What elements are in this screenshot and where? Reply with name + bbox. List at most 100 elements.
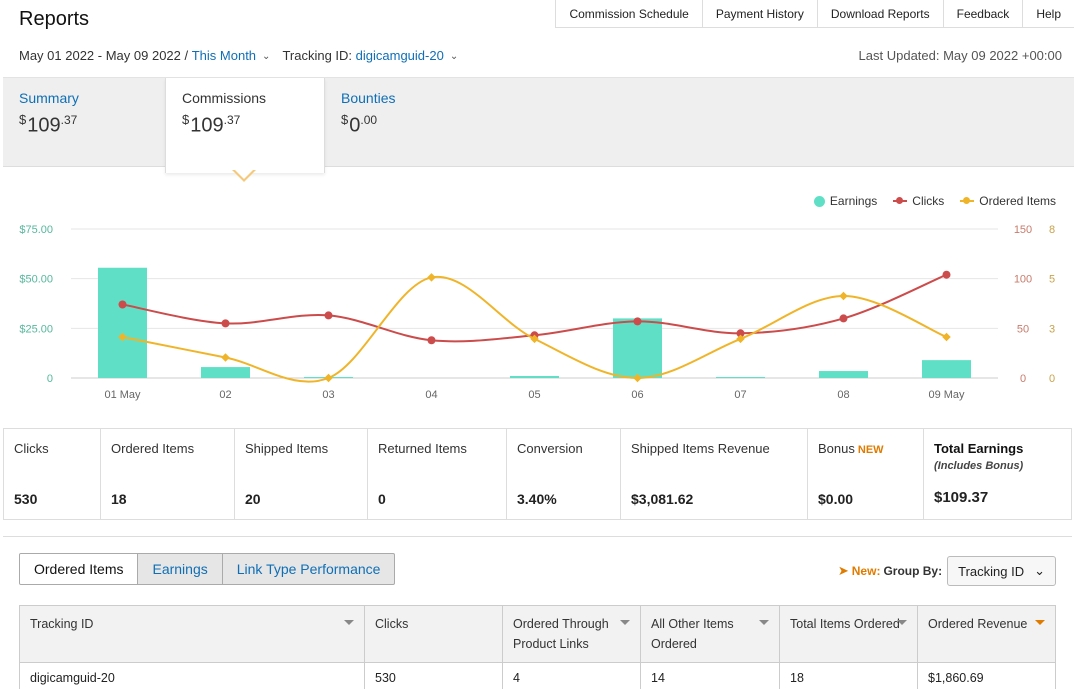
- chart-legend: Earnings Clicks Ordered Items: [813, 194, 1056, 208]
- metric-shipped-items: Shipped Items 20: [235, 429, 368, 519]
- sort-icon[interactable]: [897, 620, 907, 625]
- date-range-text: May 01 2022 - May 09 2022 /: [19, 48, 189, 63]
- col-tracking-id[interactable]: Tracking ID: [19, 605, 365, 663]
- cell-ordered-revenue: $1,860.69: [917, 662, 1056, 689]
- col-ordered-revenue[interactable]: Ordered Revenue: [917, 605, 1056, 663]
- legend-earnings[interactable]: Earnings: [813, 194, 877, 208]
- y-right1-tick-label: 0: [1020, 373, 1026, 385]
- report-section: Ordered Items Earnings Link Type Perform…: [3, 536, 1072, 689]
- tracking-id-label: Tracking ID:: [282, 48, 353, 63]
- tab-earnings[interactable]: Earnings: [138, 554, 223, 584]
- y-right2-tick-label: 5: [1049, 274, 1055, 286]
- y-right2-tick-label: 0: [1049, 373, 1055, 385]
- chevron-down-icon: ⌄: [1034, 563, 1045, 578]
- clicks-point: [118, 300, 127, 309]
- y-right2-tick-label: 8: [1049, 224, 1055, 236]
- clicks-point: [942, 270, 951, 279]
- period-dropdown[interactable]: This Month: [192, 48, 256, 63]
- x-tick-label: 06: [631, 389, 643, 401]
- cell-clicks: 530: [364, 662, 503, 689]
- metric-returned-items: Returned Items 0: [368, 429, 507, 519]
- tab-bounties[interactable]: Bounties $0.00: [325, 78, 485, 168]
- metric-bonus: Bonus NEW $0.00: [808, 429, 924, 519]
- tab-summary[interactable]: Summary $109.37: [3, 78, 165, 168]
- clicks-point: [839, 314, 848, 323]
- ordered-items-line: [122, 275, 947, 383]
- help-button[interactable]: Help: [1023, 0, 1074, 27]
- tab-commissions-label: Commissions: [182, 90, 267, 106]
- sort-icon[interactable]: [344, 620, 354, 625]
- chevron-down-icon[interactable]: ⌄: [450, 51, 458, 62]
- x-tick-label: 01 May: [104, 389, 141, 401]
- clicks-point: [427, 336, 436, 345]
- legend-earnings-swatch: [813, 195, 825, 207]
- filter-bar: May 01 2022 - May 09 2022 / This Month ⌄…: [19, 48, 458, 63]
- sort-icon[interactable]: [759, 620, 769, 625]
- bar-earnings: [716, 377, 765, 378]
- ordered-items-point: [221, 353, 230, 362]
- clicks-point: [221, 319, 230, 328]
- group-by-label: Group By:: [883, 564, 943, 578]
- tab-link-type-performance[interactable]: Link Type Performance: [223, 554, 395, 584]
- col-total-items[interactable]: Total Items Ordered: [779, 605, 918, 663]
- tab-commissions-amount: $109.37: [182, 112, 241, 137]
- group-by-select[interactable]: Tracking ID ⌄: [947, 556, 1056, 586]
- tab-ordered-items[interactable]: Ordered Items: [20, 554, 139, 584]
- x-tick-label: 08: [837, 389, 849, 401]
- page-title: Reports: [19, 8, 90, 30]
- x-tick-label: 02: [219, 389, 231, 401]
- col-ordered-through-links[interactable]: Ordered Through Product Links: [502, 605, 641, 663]
- bar-earnings: [613, 318, 662, 378]
- top-nav: Commission Schedule Payment History Down…: [555, 0, 1074, 28]
- x-tick-label: 05: [528, 389, 540, 401]
- bar-earnings: [819, 371, 868, 378]
- tab-commissions[interactable]: Commissions $109.37: [165, 78, 325, 173]
- y-right1-tick-label: 50: [1017, 323, 1029, 335]
- tab-bounties-label: Bounties: [341, 90, 396, 106]
- metric-total-earnings: Total Earnings (Includes Bonus) $109.37: [934, 441, 1024, 506]
- chevron-down-icon[interactable]: ⌄: [262, 51, 270, 62]
- table-row: digicamguid-20 530 4 14 18 $1,860.69: [19, 662, 1056, 689]
- last-updated: Last Updated: May 09 2022 +00:00: [858, 48, 1062, 63]
- new-badge: NEW: [857, 444, 884, 456]
- download-reports-button[interactable]: Download Reports: [817, 0, 944, 27]
- payment-history-button[interactable]: Payment History: [702, 0, 818, 27]
- group-by: ➤ New: Group By: Tracking ID ⌄: [838, 556, 1056, 586]
- summary-tabs: Summary $109.37 Commissions $109.37 Boun…: [3, 77, 1074, 173]
- x-tick-label: 03: [322, 389, 334, 401]
- bar-earnings: [98, 267, 147, 378]
- cell-total-items: 18: [779, 662, 918, 689]
- y-left-tick-label: $50.00: [19, 274, 53, 286]
- rocket-icon: ➤: [837, 563, 849, 578]
- commission-schedule-button[interactable]: Commission Schedule: [556, 0, 703, 27]
- col-all-other-items[interactable]: All Other Items Ordered: [640, 605, 780, 663]
- legend-ordered-items[interactable]: Ordered Items: [960, 194, 1056, 208]
- report-tabs: Ordered Items Earnings Link Type Perform…: [19, 553, 396, 585]
- sort-icon[interactable]: [1035, 620, 1045, 625]
- y-right1-tick-label: 100: [1014, 274, 1032, 286]
- bar-earnings: [201, 367, 250, 378]
- legend-clicks-swatch: [893, 197, 908, 204]
- metric-ordered-items: Ordered Items 18: [101, 429, 235, 519]
- ordered-items-point: [839, 291, 848, 301]
- tab-bounties-amount: $0.00: [341, 112, 378, 137]
- tracking-id-dropdown[interactable]: digicamguid-20: [356, 48, 444, 63]
- y-right1-tick-label: 150: [1014, 224, 1032, 236]
- metric-shipped-revenue: Shipped Items Revenue $3,081.62: [621, 429, 808, 519]
- cell-ordered-through-links: 4: [502, 662, 641, 689]
- ordered-items-point: [427, 273, 436, 282]
- col-clicks[interactable]: Clicks: [364, 605, 503, 663]
- sort-icon[interactable]: [620, 620, 630, 625]
- clicks-point: [633, 317, 642, 326]
- tracking-id-link[interactable]: digicamguid-20: [19, 662, 365, 689]
- ordered-items-point: [324, 373, 333, 383]
- x-tick-label: 09 May: [928, 389, 965, 401]
- y-left-tick-label: $25.00: [19, 323, 53, 335]
- legend-ordered-swatch: [960, 197, 975, 204]
- metric-clicks: Clicks 530: [4, 429, 101, 519]
- legend-clicks[interactable]: Clicks: [893, 194, 944, 208]
- ordered-items-point: [942, 332, 951, 342]
- tab-summary-label: Summary: [19, 90, 79, 106]
- y-left-tick-label: $75.00: [19, 224, 53, 236]
- feedback-button[interactable]: Feedback: [943, 0, 1024, 27]
